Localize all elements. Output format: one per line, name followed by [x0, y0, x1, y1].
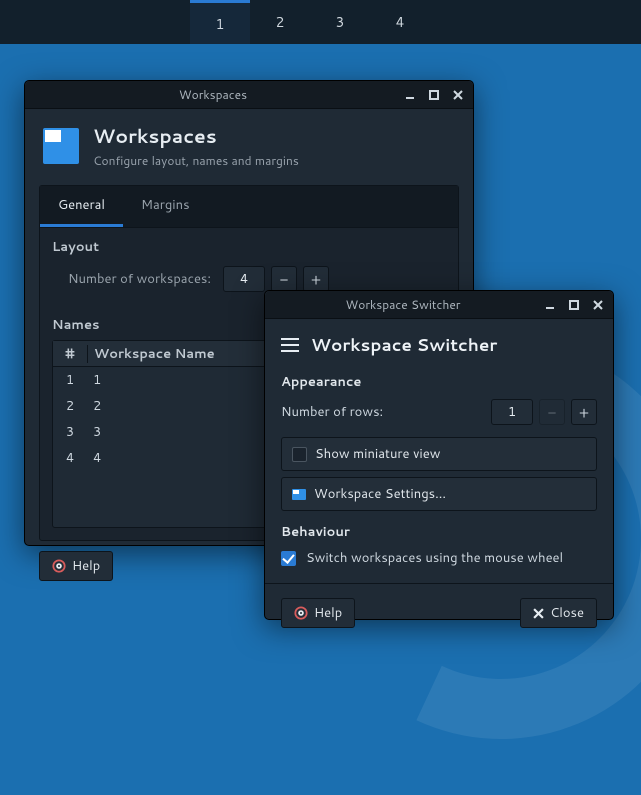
- switcher-window-title: Workspace Switcher: [265, 296, 541, 313]
- tab-general[interactable]: General: [40, 186, 123, 227]
- workspace-settings-button[interactable]: Workspace Settings...: [281, 477, 597, 511]
- num-workspaces-label: Number of workspaces:: [68, 270, 211, 288]
- workspaces-header: Workspaces Configure layout, names and m…: [25, 109, 473, 185]
- row-number: 1: [53, 371, 87, 389]
- workspaces-icon: [43, 128, 79, 164]
- maximize-button[interactable]: [425, 86, 443, 104]
- panel-workspace-2[interactable]: 2: [250, 0, 310, 44]
- workspaces-titlebar[interactable]: Workspaces: [25, 81, 473, 109]
- row-number: 4: [53, 449, 87, 467]
- layout-section-label: Layout: [40, 228, 458, 262]
- workspaces-window-title: Workspaces: [25, 86, 401, 103]
- workspaces-icon: [292, 489, 306, 500]
- rows-decrease[interactable]: −: [539, 399, 565, 425]
- num-workspaces-increase[interactable]: +: [303, 266, 329, 292]
- close-button[interactable]: [589, 296, 607, 314]
- panel-workspace-4[interactable]: 4: [370, 0, 430, 44]
- close-button-label: Close: [550, 604, 584, 622]
- rows-increase[interactable]: +: [571, 399, 597, 425]
- help-button-label: Help: [314, 604, 342, 622]
- switcher-titlebar[interactable]: Workspace Switcher: [265, 291, 613, 319]
- row-number: 2: [53, 397, 87, 415]
- num-workspaces-spin: − +: [223, 266, 329, 292]
- wheel-row[interactable]: Switch workspaces using the mouse wheel: [265, 543, 613, 573]
- panel-workspace-1[interactable]: 1: [190, 0, 250, 44]
- help-button[interactable]: Help: [39, 551, 113, 581]
- workspaces-subheading: Configure layout, names and margins: [93, 152, 299, 169]
- switcher-header: Workspace Switcher: [265, 319, 613, 367]
- help-button[interactable]: Help: [281, 598, 355, 628]
- maximize-button[interactable]: [565, 296, 583, 314]
- panel-workspace-switcher: 1 2 3 4: [190, 0, 430, 44]
- workspaces-heading: Workspaces: [93, 123, 299, 150]
- workspaces-tabstrip: General Margins: [40, 186, 458, 228]
- show-miniature-label: Show miniature view: [315, 445, 440, 463]
- close-icon: [533, 608, 544, 619]
- appearance-section-label: Appearance: [265, 367, 613, 393]
- close-button[interactable]: [449, 86, 467, 104]
- menu-icon: [281, 338, 299, 352]
- switcher-window: Workspace Switcher Workspace Switcher Ap…: [264, 290, 614, 620]
- show-miniature-checkbox[interactable]: [292, 447, 307, 462]
- num-workspaces-input[interactable]: [223, 266, 265, 292]
- help-icon: [52, 559, 66, 573]
- switcher-footer: Help Close: [265, 583, 613, 642]
- panel-workspace-3[interactable]: 3: [310, 0, 370, 44]
- close-dialog-button[interactable]: Close: [520, 598, 597, 628]
- rows-row: Number of rows: − +: [265, 393, 613, 431]
- help-button-label: Help: [72, 557, 100, 575]
- workspace-settings-label: Workspace Settings...: [314, 485, 446, 503]
- rows-spin: − +: [491, 399, 597, 425]
- minimize-button[interactable]: [401, 86, 419, 104]
- tab-margins[interactable]: Margins: [123, 186, 208, 227]
- row-number: 3: [53, 423, 87, 441]
- top-panel: 1 2 3 4: [0, 0, 641, 44]
- wheel-label: Switch workspaces using the mouse wheel: [306, 549, 563, 567]
- minimize-button[interactable]: [541, 296, 559, 314]
- behaviour-section-label: Behaviour: [265, 517, 613, 543]
- help-icon: [294, 606, 308, 620]
- show-miniature-toggle[interactable]: Show miniature view: [281, 437, 597, 471]
- rows-input[interactable]: [491, 399, 533, 425]
- wheel-checkbox[interactable]: [281, 551, 296, 566]
- num-workspaces-decrease[interactable]: −: [271, 266, 297, 292]
- rows-label: Number of rows:: [281, 403, 383, 421]
- switcher-heading: Workspace Switcher: [311, 333, 497, 357]
- col-header-number[interactable]: #: [53, 345, 87, 363]
